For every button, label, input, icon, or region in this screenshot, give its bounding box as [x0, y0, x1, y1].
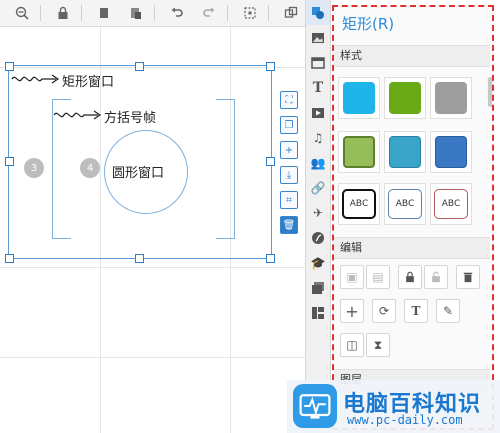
image-tool-icon[interactable]	[306, 25, 330, 50]
add-icon[interactable]: +	[280, 141, 298, 159]
step-marker: 3	[24, 158, 44, 178]
people-tool-icon[interactable]: 👥	[306, 150, 330, 175]
style-scrollbar[interactable]	[488, 77, 492, 107]
bracket-frame-label: 方括号帧	[104, 111, 157, 126]
music-tool-icon[interactable]: ♫	[306, 125, 330, 150]
squiggle-arrow-icon	[11, 74, 60, 84]
style-section-header: 样式	[334, 45, 490, 67]
divider	[81, 5, 82, 21]
copy-icon[interactable]	[94, 3, 114, 23]
flip-horizontal-icon[interactable]: ◫	[340, 333, 364, 357]
redo-icon[interactable]	[199, 3, 219, 23]
style-swatch	[389, 136, 421, 168]
save-icon[interactable]: ⤓	[280, 166, 298, 184]
site-watermark: 电脑百科知识 www.pc-daily.com	[287, 380, 500, 433]
text-style-cell[interactable]: ABC	[384, 183, 426, 225]
unlock-element-icon[interactable]	[424, 265, 448, 289]
style-swatch-cell[interactable]	[430, 77, 472, 119]
watermark-url: www.pc-daily.com	[347, 413, 463, 427]
style-swatch-cell[interactable]	[384, 131, 426, 173]
airplane-tool-icon[interactable]: ✈	[306, 200, 330, 225]
vertical-toolbar: T ♫ 👥 🔗 ✈ 🎓	[305, 0, 331, 433]
delete-element-icon[interactable]	[456, 265, 480, 289]
brush-icon[interactable]: ✎	[436, 299, 460, 323]
resize-handle[interactable]	[266, 62, 275, 71]
lock-element-icon[interactable]	[398, 265, 422, 289]
link-tool-icon[interactable]: 🔗	[306, 175, 330, 200]
resize-handle[interactable]	[135, 254, 144, 263]
flash-tool-icon[interactable]	[306, 225, 330, 250]
select-area-icon[interactable]	[240, 3, 260, 23]
divider	[40, 5, 41, 21]
layout-tool-icon[interactable]	[306, 300, 330, 325]
element-actions: ⛶ ❐ + ⤓ ⌗ 🗑	[280, 91, 300, 241]
style-swatch	[343, 82, 375, 114]
text-style-sample: ABC	[388, 189, 422, 219]
resize-handle[interactable]	[135, 62, 144, 71]
panel-title: 矩形(R)	[342, 15, 395, 33]
text-style-sample: ABC	[434, 189, 468, 219]
divider	[154, 5, 155, 21]
add-element-icon[interactable]: +	[340, 299, 364, 323]
design-canvas[interactable]: 3 4 矩形窗口 方括号帧 圆形窗口 ⛶ ❐ + ⤓ ⌗ 🗑	[0, 27, 305, 433]
step-marker: 4	[80, 158, 100, 178]
top-toolbar	[0, 0, 305, 27]
video-tool-icon[interactable]	[306, 100, 330, 125]
duplicate-icon[interactable]: ❐	[280, 116, 298, 134]
text-style-cell[interactable]: ABC	[338, 183, 380, 225]
bracket-frame-right[interactable]	[216, 99, 235, 239]
align-icon[interactable]: ▣	[340, 265, 364, 289]
circle-window-label: 圆形窗口	[112, 166, 165, 181]
text-tool-icon[interactable]: T	[306, 75, 330, 100]
resize-handle[interactable]	[266, 157, 275, 166]
style-swatch	[435, 82, 467, 114]
undo-icon[interactable]	[167, 3, 187, 23]
style-swatch-cell[interactable]	[338, 77, 380, 119]
squiggle-arrow-icon	[53, 110, 102, 120]
divider	[227, 5, 228, 21]
window-tool-icon[interactable]	[306, 50, 330, 75]
text-style-sample: ABC	[342, 189, 376, 219]
group-icon[interactable]	[281, 3, 301, 23]
grid-line	[0, 267, 305, 268]
crop-icon[interactable]: ⌗	[280, 191, 298, 209]
rotate-icon[interactable]: ⟳	[372, 299, 396, 323]
text-style-cell[interactable]: ABC	[430, 183, 472, 225]
paste-icon[interactable]	[126, 3, 146, 23]
zoom-out-icon[interactable]	[12, 3, 32, 23]
lock-icon[interactable]	[53, 3, 73, 23]
pulse-monitor-logo-icon	[293, 384, 337, 428]
layers-tool-icon[interactable]	[306, 275, 330, 300]
delete-icon[interactable]: 🗑	[280, 216, 298, 234]
resize-handle[interactable]	[266, 254, 275, 263]
style-swatch-cell[interactable]	[384, 77, 426, 119]
graduation-tool-icon[interactable]: 🎓	[306, 250, 330, 275]
shape-tool-icon[interactable]	[306, 0, 330, 25]
style-swatch-cell[interactable]	[338, 131, 380, 173]
distribute-icon[interactable]: ▤	[366, 265, 390, 289]
style-swatch	[343, 136, 375, 168]
resize-handle[interactable]	[5, 62, 14, 71]
divider	[268, 5, 269, 21]
resize-handle[interactable]	[5, 157, 14, 166]
style-swatch	[435, 136, 467, 168]
text-edit-icon[interactable]: T	[404, 299, 428, 323]
edit-section-header: 编辑	[334, 237, 490, 259]
resize-handle[interactable]	[5, 254, 14, 263]
fit-icon[interactable]: ⛶	[280, 91, 298, 109]
style-swatch-cell[interactable]	[430, 131, 472, 173]
flip-vertical-icon[interactable]: ⧗	[366, 333, 390, 357]
rectangle-window-label: 矩形窗口	[62, 75, 115, 90]
properties-panel: 矩形(R) 样式 ABC ABC ABC 编辑 ▣ ▤ + ⟳ T ✎ ◫ ⧗ …	[332, 5, 494, 430]
grid-line	[0, 357, 305, 358]
style-swatch	[389, 82, 421, 114]
